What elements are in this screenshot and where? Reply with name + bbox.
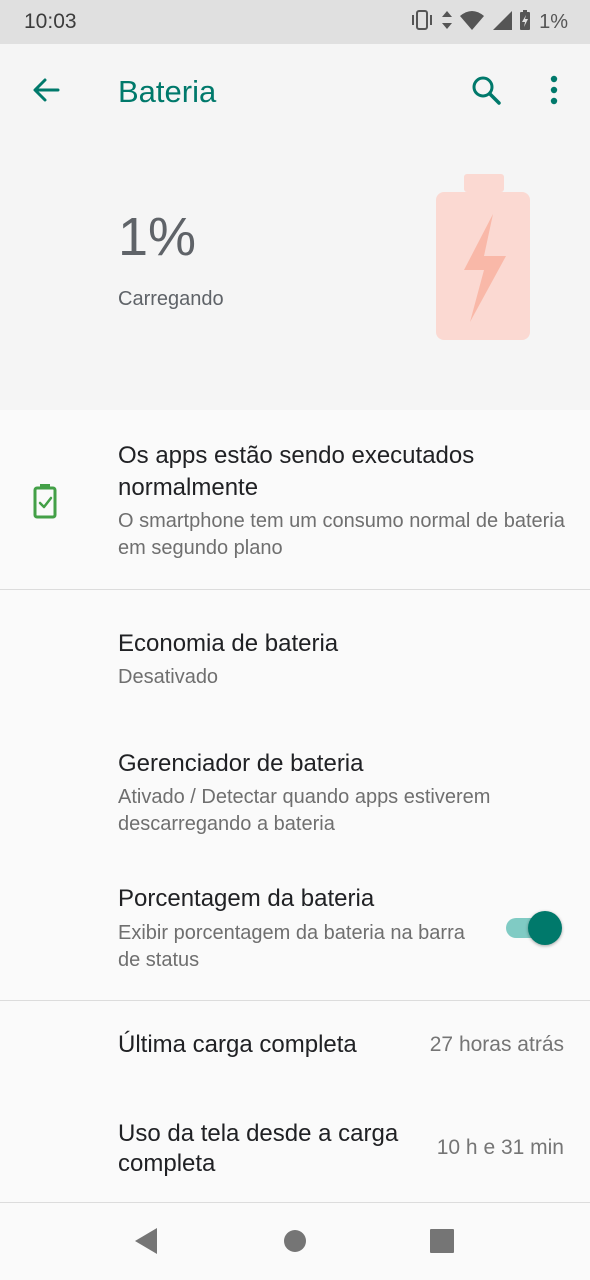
nav-home-icon <box>282 1228 308 1259</box>
data-arrows-icon <box>441 9 453 36</box>
last-full-charge-title: Última carga completa <box>118 1031 357 1058</box>
nav-back-icon <box>133 1226 159 1261</box>
last-full-charge-item: Última carga completa 27 horas atrás <box>0 1001 590 1091</box>
switch-thumb <box>528 911 562 945</box>
battery-manager-summary: Ativado / Detectar quando apps estiverem… <box>118 786 491 835</box>
battery-saver-title: Economia de bateria <box>118 630 339 657</box>
battery-saver-item[interactable]: Economia de bateria Desativado <box>0 590 590 708</box>
more-options-button[interactable] <box>530 68 578 116</box>
battery-manager-title: Gerenciador de bateria <box>118 750 364 777</box>
screen-usage-title: Uso da tela desde a carga completa <box>118 1120 399 1177</box>
status-icons: 1% <box>409 8 568 36</box>
nav-back-button[interactable] <box>126 1225 166 1261</box>
search-icon <box>470 74 502 111</box>
tip-title: Os apps estão sendo executados normalmen… <box>118 442 475 501</box>
battery-charging-icon <box>519 9 531 36</box>
back-button[interactable] <box>24 70 68 114</box>
battery-percentage-summary: Exibir porcentagem da bateria na barra d… <box>118 922 465 971</box>
battery-tip-card[interactable]: Os apps estão sendo executados normalmen… <box>0 410 590 590</box>
battery-charging-icon <box>434 174 532 347</box>
battery-manager-item[interactable]: Gerenciador de bateria Ativado / Detecta… <box>0 708 590 858</box>
last-full-charge-value: 27 horas atrás <box>429 1033 564 1056</box>
battery-percentage: 1% <box>118 207 197 267</box>
battery-check-icon <box>32 483 58 524</box>
nav-recents-button[interactable] <box>422 1225 462 1261</box>
screen-usage-item: Uso da tela desde a carga completa 10 h … <box>0 1091 590 1203</box>
navigation-bar <box>0 1203 590 1280</box>
status-bar: 10:03 1% <box>0 0 590 44</box>
status-time: 10:03 <box>24 10 77 33</box>
search-button[interactable] <box>462 68 510 116</box>
screen-usage-value: 10 h e 31 min <box>436 1136 564 1159</box>
page-title: Bateria <box>118 74 217 109</box>
battery-percentage-item[interactable]: Porcentagem da bateria Exibir porcentage… <box>0 858 590 1000</box>
battery-percentage-switch[interactable] <box>506 910 562 946</box>
status-battery-percent: 1% <box>539 10 568 33</box>
nav-home-button[interactable] <box>275 1225 315 1261</box>
wifi-icon <box>459 9 485 36</box>
settings-list: Os apps estão sendo executados normalmen… <box>0 410 590 1203</box>
nav-recents-icon <box>429 1228 455 1259</box>
signal-icon <box>491 9 513 36</box>
vibrate-icon <box>409 9 435 36</box>
arrow-back-icon <box>30 74 62 111</box>
battery-percentage-title: Porcentagem da bateria <box>118 885 375 912</box>
battery-saver-summary: Desativado <box>118 666 219 688</box>
tip-summary: O smartphone tem um consumo normal de ba… <box>118 510 565 559</box>
battery-header: 1% Carregando <box>0 140 590 410</box>
battery-status: Carregando <box>118 288 224 310</box>
app-bar: Bateria <box>0 44 590 140</box>
more-vert-icon <box>550 75 558 110</box>
